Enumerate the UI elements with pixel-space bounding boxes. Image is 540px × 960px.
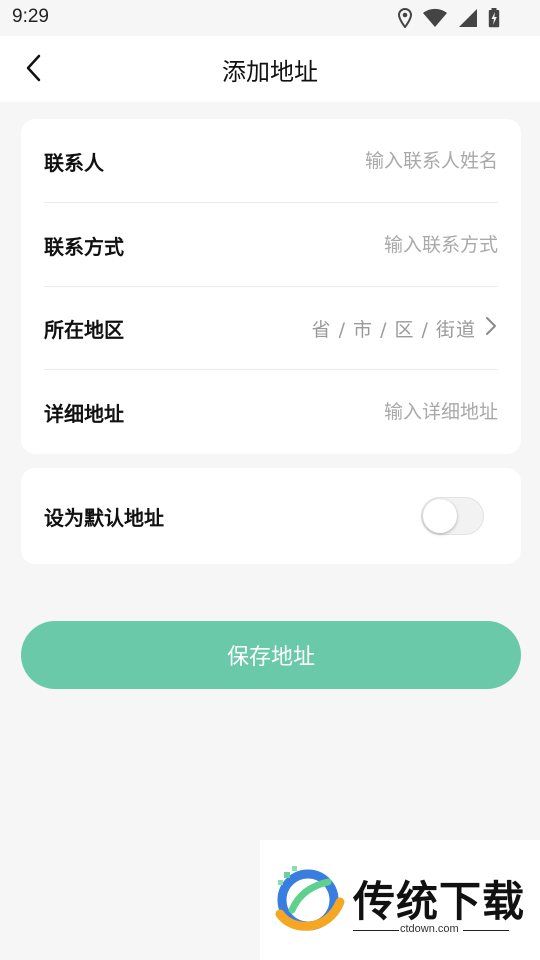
default-address-card: 设为默认地址	[21, 468, 521, 564]
chevron-right-icon	[484, 315, 498, 341]
contact-name-input[interactable]	[258, 150, 498, 172]
default-address-label: 设为默认地址	[44, 505, 164, 530]
save-address-button[interactable]: 保存地址	[21, 621, 521, 689]
divider	[463, 930, 509, 931]
region-picker[interactable]: 省 / 市 / 区 / 街道	[312, 315, 498, 342]
default-address-toggle[interactable]	[421, 497, 484, 535]
contact-label: 联系人	[44, 150, 104, 175]
phone-label: 联系方式	[44, 234, 124, 259]
watermark: 传统下载 ctdown.com	[260, 840, 540, 960]
wifi-icon	[422, 8, 448, 28]
watermark-url: ctdown.com	[400, 923, 459, 935]
status-bar: 9:29	[0, 0, 540, 36]
status-icons	[398, 7, 500, 29]
status-time: 9:29	[12, 6, 49, 27]
region-placeholder: 省 / 市 / 区 / 街道	[311, 318, 476, 341]
battery-charging-icon	[488, 8, 500, 28]
location-icon	[398, 8, 412, 28]
detail-address-input[interactable]	[258, 401, 498, 423]
nav-bar: 添加地址	[0, 36, 540, 102]
phone-input[interactable]	[258, 234, 498, 256]
detail-row: 详细地址	[44, 370, 498, 454]
address-form-card: 联系人 联系方式 所在地区 省 / 市 / 区 / 街道 详细地址	[21, 119, 521, 454]
watermark-title: 传统下载	[353, 877, 526, 926]
toggle-knob	[423, 499, 457, 533]
region-row[interactable]: 所在地区 省 / 市 / 区 / 街道	[44, 286, 498, 370]
contact-row: 联系人	[44, 119, 498, 203]
detail-label: 详细地址	[44, 401, 124, 426]
page-title: 添加地址	[222, 58, 318, 86]
divider	[353, 930, 399, 931]
region-label: 所在地区	[44, 317, 124, 342]
watermark-logo-icon	[270, 862, 346, 938]
signal-icon	[458, 8, 478, 28]
phone-row: 联系方式	[44, 203, 498, 287]
